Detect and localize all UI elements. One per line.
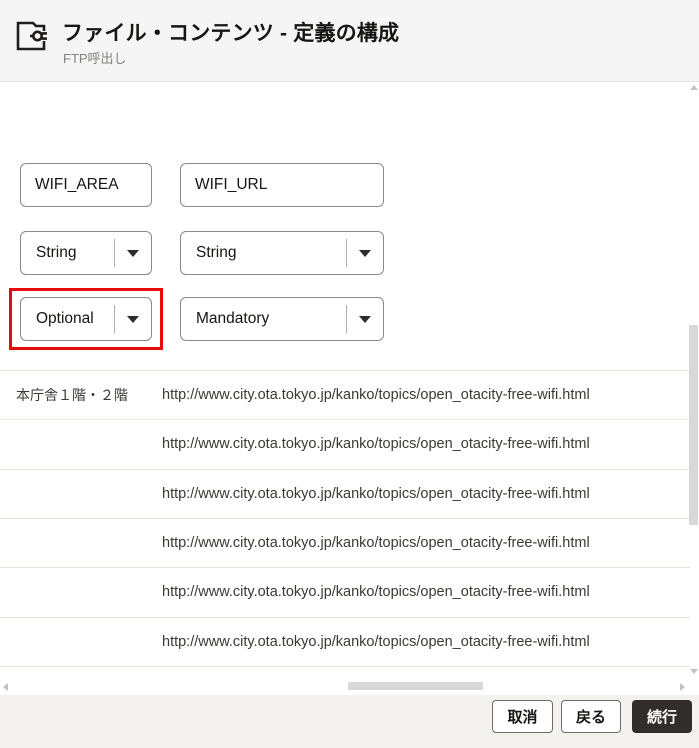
chevron-down-icon <box>127 249 139 257</box>
dropdown-caret-zone[interactable] <box>346 239 383 267</box>
requirement-value-2: Mandatory <box>196 310 270 327</box>
scroll-up-icon[interactable] <box>690 85 698 90</box>
url-cell: http://www.city.ota.tokyo.jp/kanko/topic… <box>162 633 590 650</box>
continue-button[interactable]: 続行 <box>632 700 692 733</box>
requirement-dropdown-mandatory[interactable]: Mandatory <box>180 297 384 341</box>
dialog-footer: 取消 戻る 続行 <box>0 695 699 748</box>
vertical-scrollbar-thumb[interactable] <box>689 325 698 525</box>
url-cell: http://www.city.ota.tokyo.jp/kanko/topic… <box>162 584 590 601</box>
configure-definitions-dialog: ファイル・コンテンツ - 定義の構成 FTP呼出し String String … <box>0 0 699 748</box>
sample-data-table: 本庁舎１階・２階 http://www.city.ota.tokyo.jp/ka… <box>0 370 690 667</box>
element-name-input-2[interactable] <box>180 163 384 207</box>
data-type-value-2: String <box>196 244 237 261</box>
requirement-value-1: Optional <box>36 310 94 327</box>
data-type-dropdown-1[interactable]: String <box>20 231 152 275</box>
page-subtitle: FTP呼出し <box>63 51 127 66</box>
url-cell: http://www.city.ota.tokyo.jp/kanko/topic… <box>162 485 590 502</box>
dropdown-caret-zone[interactable] <box>346 305 383 333</box>
dropdown-caret-zone[interactable] <box>114 305 151 333</box>
dropdown-caret-zone[interactable] <box>114 239 151 267</box>
table-row: http://www.city.ota.tokyo.jp/kanko/topic… <box>0 568 690 618</box>
url-cell: http://www.city.ota.tokyo.jp/kanko/topic… <box>162 387 590 404</box>
horizontal-scrollbar-thumb[interactable] <box>348 682 483 690</box>
chevron-down-icon <box>127 315 139 323</box>
dialog-header: ファイル・コンテンツ - 定義の構成 FTP呼出し <box>0 0 699 82</box>
table-row: http://www.city.ota.tokyo.jp/kanko/topic… <box>0 519 690 569</box>
horizontal-scrollbar[interactable] <box>0 678 690 694</box>
url-cell: http://www.city.ota.tokyo.jp/kanko/topic… <box>162 535 590 552</box>
area-cell: 本庁舎１階・２階 <box>16 387 128 404</box>
table-row: http://www.city.ota.tokyo.jp/kanko/topic… <box>0 420 690 470</box>
chevron-down-icon <box>359 249 371 257</box>
cancel-button[interactable]: 取消 <box>492 700 553 733</box>
data-type-value-1: String <box>36 244 77 261</box>
vertical-scrollbar[interactable] <box>689 82 699 678</box>
scroll-down-icon[interactable] <box>690 669 698 674</box>
table-row: http://www.city.ota.tokyo.jp/kanko/topic… <box>0 618 690 667</box>
back-button[interactable]: 戻る <box>561 700 621 733</box>
scroll-left-icon[interactable] <box>3 683 8 691</box>
element-name-input-1[interactable] <box>20 163 152 207</box>
chevron-down-icon <box>359 315 371 323</box>
scroll-right-icon[interactable] <box>680 683 685 691</box>
page-title: ファイル・コンテンツ - 定義の構成 <box>62 22 400 45</box>
requirement-dropdown-optional[interactable]: Optional <box>20 297 152 341</box>
table-row: http://www.city.ota.tokyo.jp/kanko/topic… <box>0 470 690 519</box>
url-cell: http://www.city.ota.tokyo.jp/kanko/topic… <box>162 436 590 453</box>
data-type-dropdown-2[interactable]: String <box>180 231 384 275</box>
table-row: 本庁舎１階・２階 http://www.city.ota.tokyo.jp/ka… <box>0 371 690 421</box>
file-contents-plug-icon <box>16 21 47 51</box>
